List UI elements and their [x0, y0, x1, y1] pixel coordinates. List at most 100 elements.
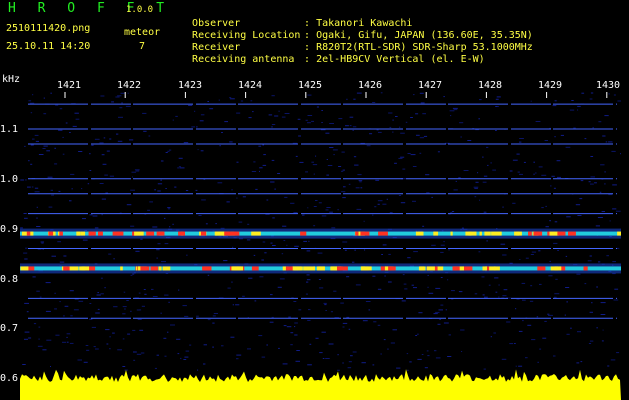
noise-speck [126, 300, 129, 301]
noise-speck [140, 352, 145, 354]
noise-speck [42, 148, 46, 149]
noise-speck [238, 221, 243, 223]
noise-speck [453, 189, 458, 191]
noise-speck [262, 144, 264, 146]
noise-speck [364, 249, 366, 251]
noise-speck [519, 141, 522, 143]
noise-speck [548, 314, 553, 316]
noise-speck [437, 323, 441, 325]
carrier-hotspot [303, 266, 315, 271]
noise-speck [571, 100, 574, 101]
noise-speck [28, 100, 32, 102]
noise-speck [264, 252, 267, 254]
noise-speck [352, 261, 355, 263]
noise-speck [74, 112, 79, 114]
noise-speck [24, 302, 29, 304]
noise-speck [482, 181, 487, 183]
noise-speck [75, 118, 80, 120]
noise-speck [338, 166, 342, 167]
noise-speck [589, 98, 593, 100]
noise-speck [102, 163, 107, 165]
noise-speck [539, 348, 542, 350]
noise-speck [201, 199, 206, 201]
noise-speck [248, 117, 252, 119]
noise-speck [372, 214, 374, 216]
noise-speck [413, 287, 417, 289]
noise-speck [502, 295, 507, 297]
noise-speck [389, 126, 392, 128]
noise-speck [356, 208, 362, 210]
noise-speck [321, 110, 323, 111]
noise-speck [405, 121, 408, 123]
noise-speck [435, 357, 441, 359]
noise-speck [377, 324, 381, 326]
noise-speck [601, 211, 605, 212]
noise-speck [290, 202, 295, 204]
noise-speck [282, 225, 287, 227]
noise-speck [580, 180, 584, 182]
noise-speck [577, 331, 581, 333]
noise-speck [590, 92, 594, 94]
noise-speck [380, 353, 382, 355]
noise-speck [597, 217, 603, 218]
carrier-hotspot [89, 231, 96, 236]
noise-speck [134, 169, 140, 171]
noise-speck [352, 126, 357, 128]
y-tick-label: 1.0 [0, 174, 19, 185]
noise-speck [69, 290, 74, 292]
noise-speck [439, 319, 441, 320]
noise-speck [490, 336, 492, 338]
noise-speck [309, 343, 312, 345]
noise-speck [458, 291, 463, 293]
noise-speck [407, 153, 411, 154]
noise-speck [431, 196, 433, 198]
noise-speck [151, 288, 154, 290]
noise-speck [82, 218, 86, 220]
noise-speck [496, 96, 501, 98]
noise-speck [230, 336, 235, 338]
noise-speck [229, 98, 235, 100]
noise-speck [573, 127, 576, 129]
noise-speck [459, 122, 464, 124]
noise-speck [427, 286, 429, 288]
noise-speck [232, 246, 234, 248]
noise-speck [580, 361, 583, 363]
noise-speck [178, 166, 181, 168]
noise-speck [30, 163, 33, 165]
noise-speck [117, 349, 122, 351]
carrier-hotspot [68, 266, 79, 271]
carrier-hotspot [418, 266, 426, 271]
noise-speck [451, 211, 455, 212]
noise-speck [493, 332, 496, 334]
noise-speck [355, 284, 361, 286]
noise-speck [231, 281, 233, 283]
x-tick-label: 1430 [596, 80, 621, 91]
noise-speck [325, 132, 330, 134]
noise-speck [400, 156, 405, 158]
noise-speck [536, 316, 539, 318]
noise-speck [365, 301, 371, 302]
noise-speck [350, 355, 353, 357]
noise-speck [89, 303, 92, 304]
noise-speck [94, 138, 100, 140]
noise-speck [294, 245, 299, 247]
noise-speck [226, 201, 230, 203]
noise-speck [261, 259, 264, 261]
noise-speck [448, 334, 451, 336]
noise-speck [590, 176, 595, 178]
noise-speck [106, 150, 110, 152]
noise-speck [606, 255, 609, 257]
noise-speck [51, 255, 56, 257]
carrier-hotspot [516, 231, 520, 236]
noise-speck [328, 343, 334, 345]
noise-speck [254, 300, 257, 302]
noise-speck [266, 199, 269, 201]
noise-speck [332, 149, 338, 151]
noise-speck [377, 203, 380, 205]
noise-speck [129, 139, 134, 141]
noise-speck [45, 310, 51, 312]
x-tick-label: 1427 [418, 80, 443, 91]
carrier-hotspot [63, 266, 70, 271]
noise-speck [250, 100, 253, 102]
noise-speck [482, 294, 485, 296]
